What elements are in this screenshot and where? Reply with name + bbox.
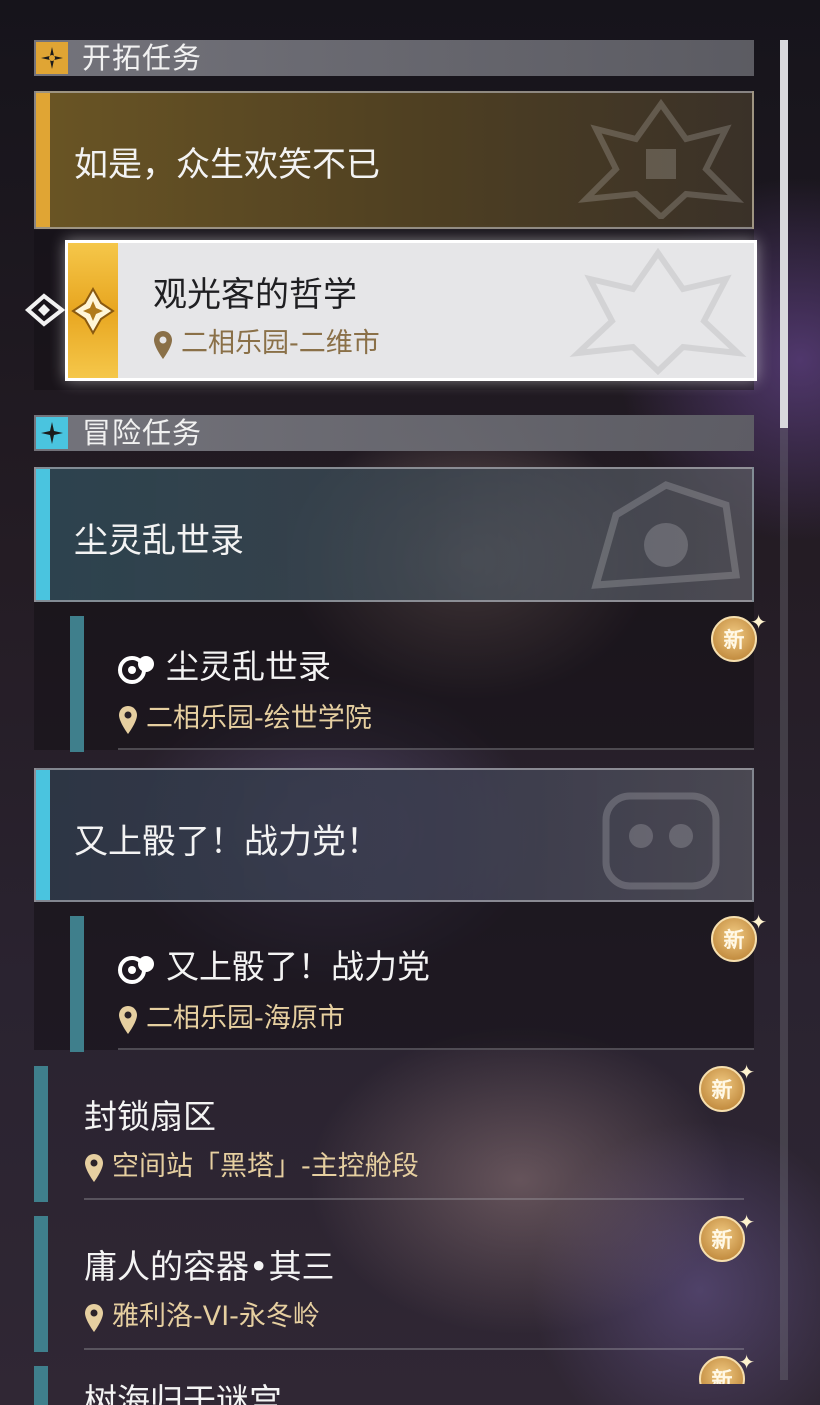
section-title: 开拓任务 — [82, 41, 203, 75]
quest-type-banner — [68, 243, 118, 378]
subquest-location: 二相乐园-海原市 — [118, 996, 345, 1035]
quest-type-icon — [118, 655, 154, 684]
trailblaze-quest-icon — [71, 287, 115, 335]
location-pin-icon — [119, 705, 137, 734]
quest-location: 空间站「黑塔」-主控舱段 — [84, 1144, 419, 1183]
pointer-arrow-icon — [24, 292, 66, 332]
adventure-star-icon — [36, 417, 68, 449]
group-emblem-icon — [602, 792, 720, 890]
group-emblem-icon — [591, 481, 740, 589]
location-text: 空间站「黑塔」-主控舱段 — [112, 1151, 419, 1182]
new-badge-icon: 新 ✦ — [705, 910, 767, 972]
quest-row[interactable]: 封锁扇区 空间站「黑塔」-主控舱段 — [34, 1066, 754, 1202]
quest-emblem-icon — [569, 247, 747, 375]
trailblaze-mission-card[interactable]: 如是，众生欢笑不已 — [34, 91, 754, 229]
selected-quest-location: 二相乐园-二维市 — [153, 321, 380, 360]
quest-title: 封锁扇区 — [84, 1097, 216, 1136]
selected-quest-card[interactable]: 观光客的哲学 二相乐园-二维市 — [65, 240, 757, 381]
group-title: 又上骰了！战力党！ — [74, 822, 380, 862]
quest-stripe — [34, 1366, 48, 1405]
subquest-row[interactable]: 尘灵乱世录 二相乐园-绘世学院 — [34, 602, 754, 752]
group-accent-stripe — [36, 770, 50, 900]
location-text: 二相乐园-绘世学院 — [146, 703, 372, 734]
location-pin-icon — [119, 1005, 137, 1034]
subquest-title-line: 尘灵乱世录 — [118, 640, 331, 688]
adventure-group-card[interactable]: 尘灵乱世录 — [34, 467, 754, 602]
mission-emblem-icon — [577, 99, 745, 219]
location-pin-icon — [154, 330, 172, 359]
location-pin-icon — [85, 1303, 103, 1332]
trailblaze-section-header: 开拓任务 — [34, 40, 754, 76]
location-pin-icon — [85, 1153, 103, 1182]
location-text: 二相乐园-二维市 — [181, 328, 380, 359]
subquest-title-line: 又上骰了！战力党 — [118, 940, 430, 988]
trailblaze-star-icon — [36, 42, 68, 74]
mission-title: 如是，众生欢笑不已 — [74, 145, 380, 185]
new-badge-icon: 新 ✦ — [693, 1350, 755, 1384]
subquest-stripe — [70, 916, 84, 1052]
quest-title: 庸人的容器•其三 — [84, 1247, 335, 1286]
quest-stripe — [34, 1066, 48, 1202]
adventure-group-card[interactable]: 又上骰了！战力党！ — [34, 768, 754, 902]
location-text: 雅利洛-VI-永冬岭 — [112, 1301, 320, 1332]
subquest-title: 尘灵乱世录 — [166, 647, 331, 686]
location-text: 二相乐园-海原市 — [146, 1003, 345, 1034]
subquest-stripe — [70, 616, 84, 752]
quest-stripe — [34, 1216, 48, 1352]
section-title: 冒险任务 — [82, 416, 203, 450]
quest-type-icon — [118, 955, 154, 984]
scrollbar-thumb[interactable] — [780, 40, 788, 428]
selected-quest-title: 观光客的哲学 — [153, 275, 357, 315]
quest-title: 树海归于谜宫 — [84, 1381, 282, 1405]
subquest-location: 二相乐园-绘世学院 — [118, 696, 372, 735]
quest-row[interactable]: 庸人的容器•其三 雅利洛-VI-永冬岭 — [34, 1216, 754, 1352]
mission-accent-stripe — [36, 93, 50, 227]
quest-row[interactable]: 树海归于谜宫 — [34, 1366, 754, 1405]
row-divider — [84, 1198, 744, 1200]
group-title: 尘灵乱世录 — [74, 521, 244, 561]
new-badge-icon: 新 ✦ — [705, 610, 767, 672]
subquest-title: 又上骰了！战力党 — [166, 947, 430, 986]
group-accent-stripe — [36, 469, 50, 600]
new-badge-icon: 新 ✦ — [693, 1060, 755, 1122]
row-divider — [118, 748, 754, 750]
subquest-row[interactable]: 又上骰了！战力党 二相乐园-海原市 — [34, 902, 754, 1052]
row-divider — [118, 1048, 754, 1050]
row-divider — [84, 1348, 744, 1350]
adventure-section-header: 冒险任务 — [34, 415, 754, 451]
quest-location: 雅利洛-VI-永冬岭 — [84, 1294, 320, 1333]
new-badge-icon: 新 ✦ — [693, 1210, 755, 1272]
